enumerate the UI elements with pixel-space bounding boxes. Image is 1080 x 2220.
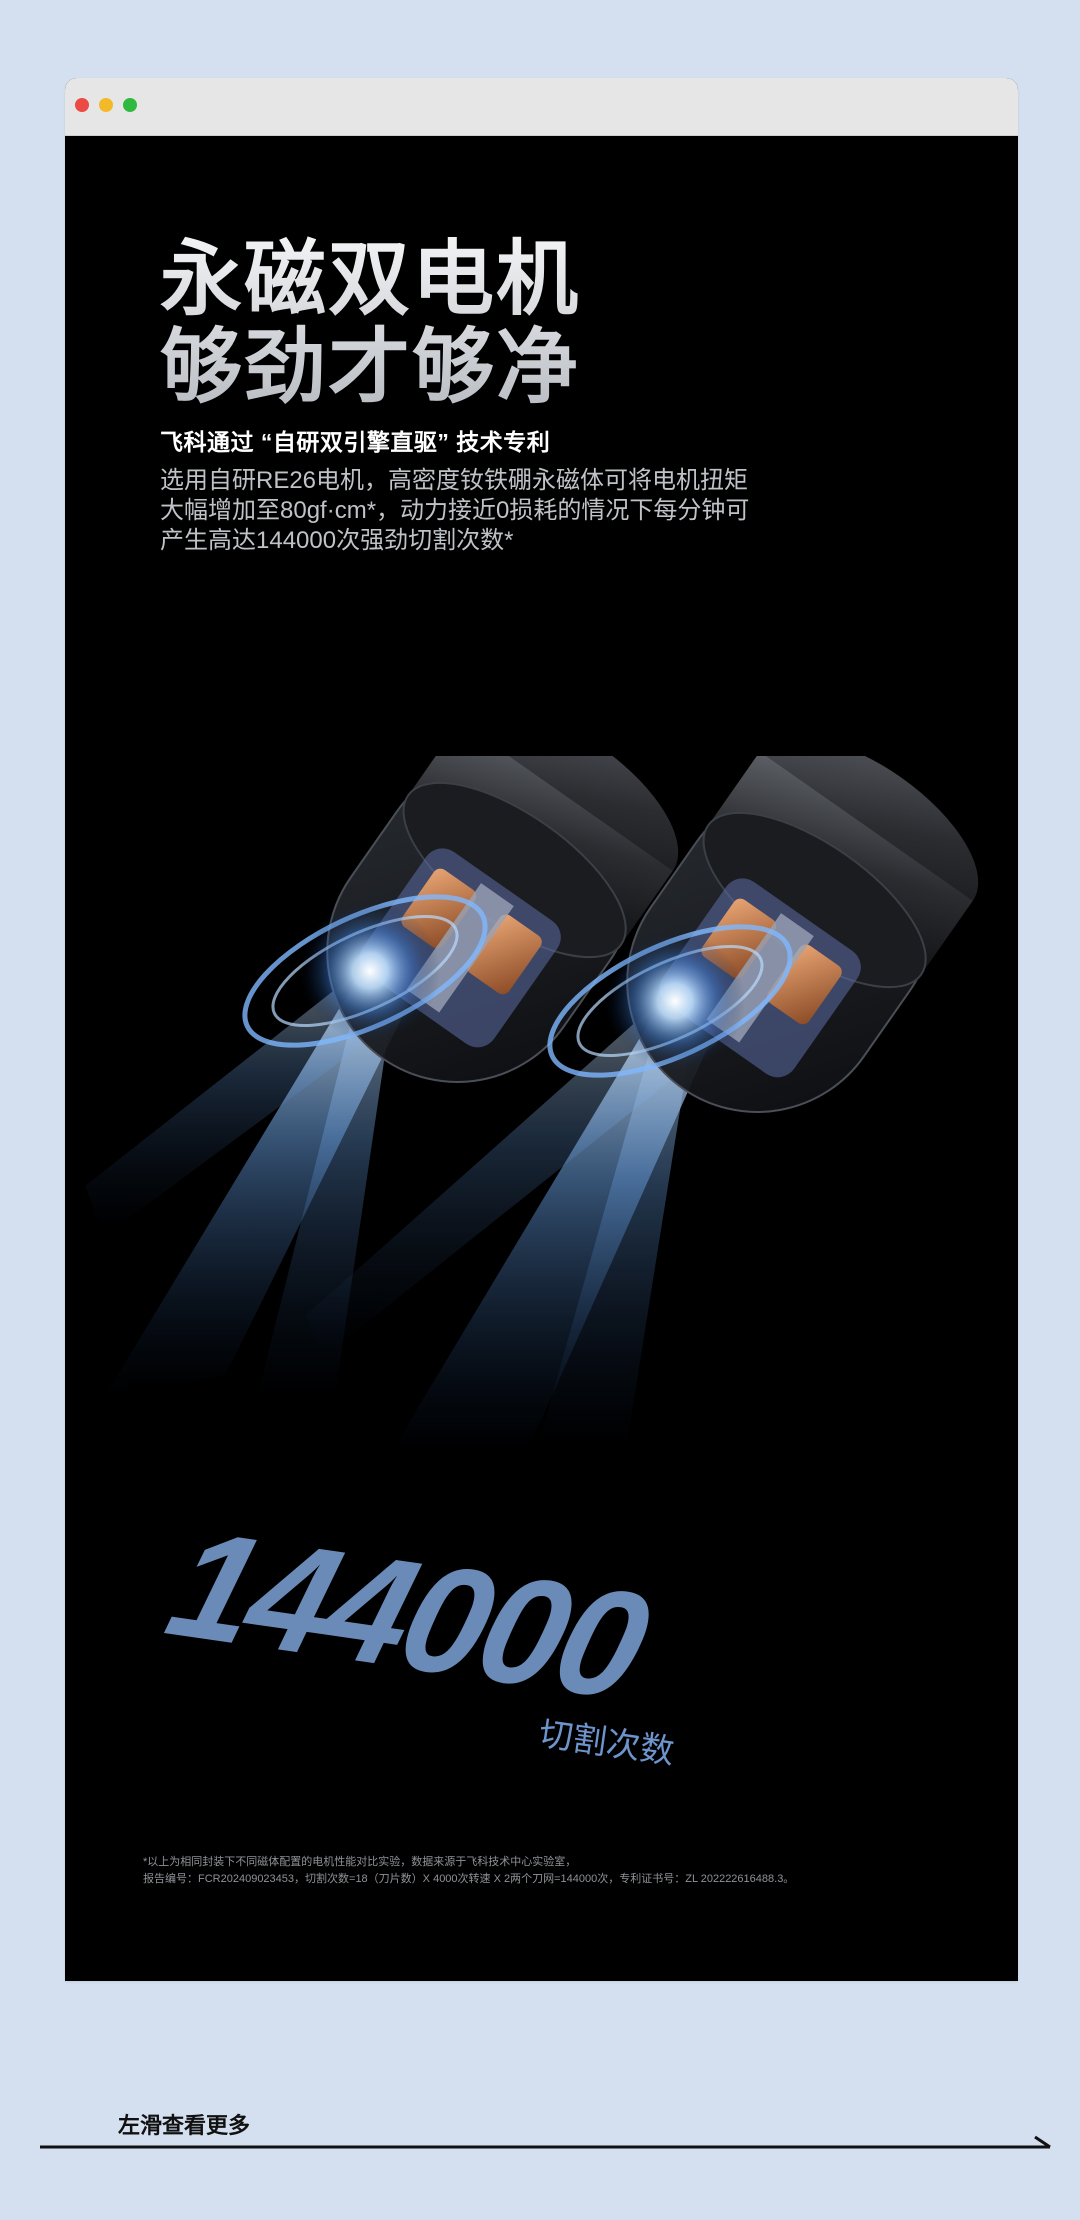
headline-line-2: 够劲才够净 xyxy=(160,322,581,413)
headline: 永磁双电机 够劲才够净 xyxy=(160,236,580,412)
headline-line-1: 永磁双电机 xyxy=(160,234,581,325)
maximize-window-button[interactable] xyxy=(123,98,137,112)
footnote: *以上为相同封装下不同磁体配置的电机性能对比实验，数据来源于飞科技术中心实验室，… xyxy=(143,1854,794,1888)
product-banner: 永磁双电机 够劲才够净 飞科通过 “自研双引擎直驱” 技术专利 选用自研RE26… xyxy=(65,136,1018,1981)
description-line-1: 选用自研RE26电机，高密度钕铁硼永磁体可将电机扭矩 xyxy=(160,467,749,494)
minimize-window-button[interactable] xyxy=(99,98,113,112)
arrow-right-icon[interactable] xyxy=(40,2135,1055,2155)
footnote-line-1: *以上为相同封装下不同磁体配置的电机性能对比实验，数据来源于飞科技术中心实验室， xyxy=(143,1856,577,1868)
footnote-line-2: 报告编号：FCR202409023453，切割次数=18（刀片数）X 4000次… xyxy=(143,1873,795,1885)
subheading: 飞科通过 “自研双引擎直驱” 技术专利 xyxy=(160,429,551,455)
description-line-2: 大幅增加至80gf·cm*，动力接近0损耗的情况下每分钟可 xyxy=(160,497,750,524)
window-titlebar xyxy=(65,78,1018,136)
description-line-3: 产生高达144000次强劲切割次数* xyxy=(160,527,514,554)
close-window-button[interactable] xyxy=(75,98,89,112)
description: 选用自研RE26电机，高密度钕铁硼永磁体可将电机扭矩 大幅增加至80gf·cm*… xyxy=(160,466,800,556)
browser-window: 永磁双电机 够劲才够净 飞科通过 “自研双引擎直驱” 技术专利 选用自研RE26… xyxy=(65,78,1018,1981)
